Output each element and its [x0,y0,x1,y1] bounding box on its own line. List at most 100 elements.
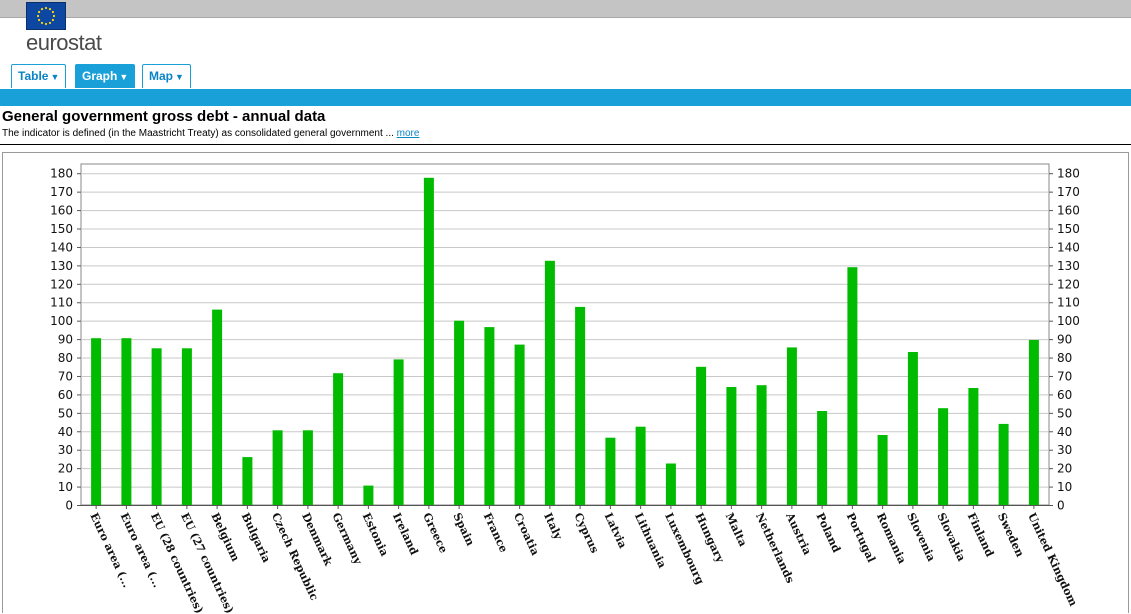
y-tick-label-right: 140 [1057,240,1080,254]
x-category-label: Estonia [360,511,391,558]
bar-27 [907,352,918,505]
y-tick-label-left: 90 [58,333,73,347]
x-category-label: Italy [541,511,565,542]
bar-24 [817,411,828,505]
bar-28 [938,408,949,505]
tab-graph-label: Graph [82,69,118,83]
x-category-label: Denmark [299,511,335,568]
y-tick-label-right: 40 [1057,425,1072,439]
y-tick-label-left: 30 [58,443,73,457]
x-category-label: Poland [813,511,843,555]
x-category-label: Hungary [692,511,727,565]
more-link[interactable]: more [397,128,420,139]
bar-12 [454,320,465,505]
bar-17 [605,437,616,505]
y-tick-label-right: 90 [1057,333,1072,347]
bar-25 [847,267,858,505]
bar-21 [726,387,737,505]
y-tick-label-right: 150 [1057,222,1080,236]
eu-star [37,18,41,22]
tab-table-label: Table [18,69,49,83]
x-category-label: Bulgaria [239,511,273,565]
plot-area [80,163,1050,506]
y-tick-label-left: 20 [58,462,73,476]
chart-panel: 0 0 10 10 20 20 30 30 40 40 50 50 60 60 70 70 80 80 90 90 10… [2,152,1129,614]
y-tick-label-right: 50 [1057,406,1072,420]
y-tick-label-right: 100 [1057,314,1080,328]
eu-star [37,10,41,14]
eu-star [48,7,52,11]
bar-29 [968,388,979,505]
y-tick-label-left: 110 [50,296,73,310]
eu-star [48,21,52,25]
bar-2 [151,348,162,505]
tab-map-label: Map [149,69,173,83]
bar-11 [423,177,434,506]
eu-star [52,14,56,18]
x-category-label: Latvia [602,511,630,551]
x-category-label: Belgium [208,511,242,564]
bar-1 [121,338,132,505]
y-tick-label-left: 130 [50,259,73,273]
bar-16 [575,306,586,505]
bar-14 [514,344,525,505]
y-tick-label-left: 180 [50,167,73,181]
eu-star [40,21,44,25]
y-tick-label-left: 160 [50,204,73,218]
eu-flag-icon [26,2,66,30]
eu-star [51,10,55,14]
chevron-down-icon: ▼ [119,72,129,82]
y-tick-label-left: 120 [50,277,73,291]
y-tick-label-left: 60 [58,388,73,402]
bar-23 [786,347,797,505]
x-category-label: Sweden [995,511,1027,559]
top-bar [0,0,1131,18]
y-tick-label-right: 160 [1057,204,1080,218]
chevron-down-icon: ▼ [50,72,60,82]
y-tick-label-left: 40 [58,425,73,439]
bar-5 [242,457,253,505]
divider [0,144,1131,145]
x-category-label: Portugal [844,511,878,565]
y-tick-label-left: 50 [58,406,73,420]
bar-20 [696,366,707,505]
bar-3 [181,348,192,505]
eu-star [36,14,40,18]
bar-30 [998,423,1009,505]
bar-4 [212,309,223,505]
y-tick-label-right: 120 [1057,277,1080,291]
y-tick-label-right: 80 [1057,351,1072,365]
eu-star [44,6,48,10]
x-category-label: Spain [450,511,477,548]
bar-6 [272,430,283,505]
x-category-label: Slovenia [904,511,938,564]
bar-8 [333,373,344,505]
chevron-down-icon: ▼ [175,72,184,82]
x-category-label: Ireland [390,511,421,557]
y-tick-label-left: 150 [50,222,73,236]
eu-stars [36,6,56,26]
bar-chart: 0 0 10 10 20 20 30 30 40 40 50 50 60 60 70 70 80 80 90 90 10… [50,163,1080,614]
tab-bar-band [0,89,1131,106]
bar-9 [363,485,374,505]
bar-13 [484,327,495,505]
x-category-label: Austria [783,510,814,557]
x-category-label: Lithuania [632,511,669,570]
tab-graph[interactable]: Graph ▼ [75,64,136,88]
tab-map[interactable]: Map ▼ [142,64,191,88]
eu-star [40,7,44,11]
dataset-description: The indicator is defined (in the Maastri… [2,128,419,139]
y-tick-label-left: 10 [58,480,73,494]
y-tick-label-left: 140 [50,240,73,254]
eu-star [44,22,48,26]
bar-7 [302,430,313,505]
y-tick-label-right: 170 [1057,185,1080,199]
x-category-label: Malta [723,511,750,549]
bar-10 [393,359,404,505]
y-tick-label-right: 70 [1057,369,1072,383]
x-category-label: Cyprus [571,511,601,555]
tab-table[interactable]: Table ▼ [11,64,67,88]
y-tick-label-left: 100 [50,314,73,328]
y-tick-label-left: 70 [58,369,73,383]
y-tick-label-right: 180 [1057,167,1080,181]
